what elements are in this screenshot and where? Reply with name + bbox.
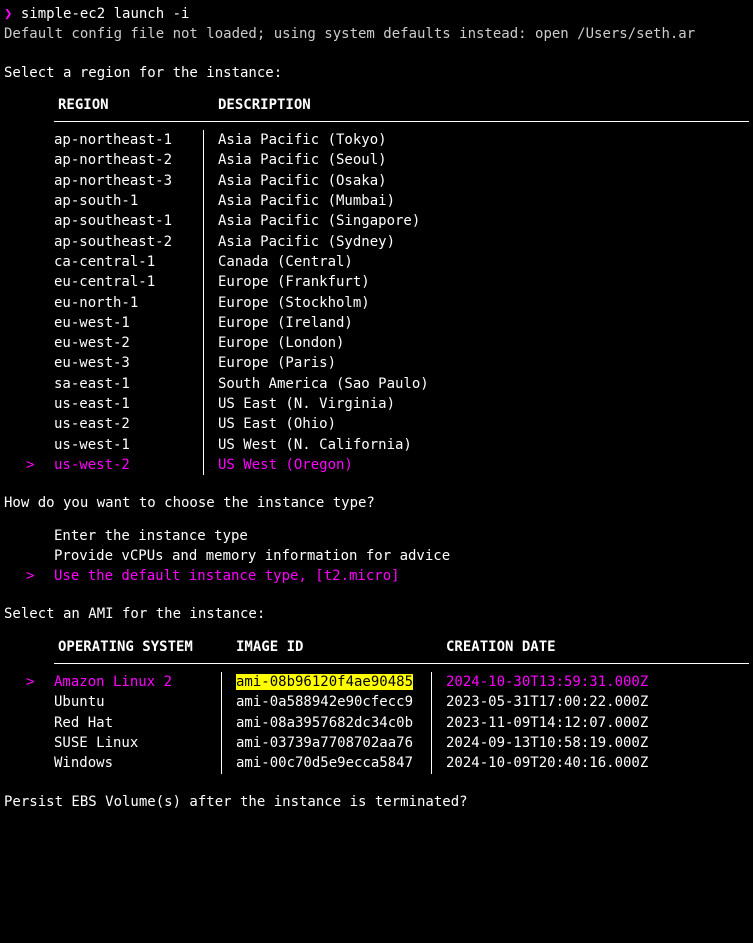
ami-prompt: Select an AMI for the instance: xyxy=(4,604,749,624)
instance-type-option[interactable]: >Use the default instance type, [t2.micr… xyxy=(54,566,749,586)
region-row[interactable]: eu-west-2Europe (London) xyxy=(54,333,749,353)
region-description: Asia Pacific (Sydney) xyxy=(204,232,444,252)
ami-os: Red Hat xyxy=(54,713,222,733)
region-name: us-west-1 xyxy=(54,435,204,455)
warning-message: Default config file not loaded; using sy… xyxy=(4,24,749,44)
region-row[interactable]: >us-west-2US West (Oregon) xyxy=(54,455,749,475)
option-label: Use the default instance type, [t2.micro… xyxy=(54,568,400,584)
ami-creation-date: 2023-11-09T14:12:07.000Z xyxy=(432,713,648,733)
ami-image-id: ami-0a588942e90cfecc9 xyxy=(222,692,432,712)
region-name: ap-northeast-2 xyxy=(54,150,204,170)
persist-prompt: Persist EBS Volume(s) after the instance… xyxy=(4,792,749,812)
region-row[interactable]: ca-central-1Canada (Central) xyxy=(54,252,749,272)
region-name: ap-northeast-1 xyxy=(54,130,204,150)
region-name: sa-east-1 xyxy=(54,374,204,394)
region-description: US East (N. Virginia) xyxy=(204,394,444,414)
ami-image-id: ami-00c70d5e9ecca5847 xyxy=(222,753,432,773)
region-name: ap-northeast-3 xyxy=(54,171,204,191)
creationdate-header: CREATION DATE xyxy=(432,637,556,657)
region-description: South America (Sao Paulo) xyxy=(204,374,444,394)
region-row[interactable]: ap-southeast-1Asia Pacific (Singapore) xyxy=(54,211,749,231)
region-description: Europe (Frankfurt) xyxy=(204,272,444,292)
ami-os: SUSE Linux xyxy=(54,733,222,753)
ami-row[interactable]: Ubuntuami-0a588942e90cfecc92023-05-31T17… xyxy=(54,692,749,712)
ami-os: Amazon Linux 2 xyxy=(54,672,222,692)
instance-type-option[interactable]: Enter the instance type xyxy=(54,526,749,546)
ami-row[interactable]: >Amazon Linux 2ami-08b96120f4ae904852024… xyxy=(54,672,749,692)
region-name: us-east-1 xyxy=(54,394,204,414)
region-description: Asia Pacific (Tokyo) xyxy=(204,130,444,150)
ami-os: Windows xyxy=(54,753,222,773)
prompt-char: ❯ xyxy=(4,6,12,22)
os-header: OPERATING SYSTEM xyxy=(54,637,222,657)
description-header: DESCRIPTION xyxy=(204,95,444,115)
region-description: Europe (London) xyxy=(204,333,444,353)
region-name: ap-southeast-1 xyxy=(54,211,204,231)
command-text: simple-ec2 launch -i xyxy=(21,6,190,22)
region-name: ap-southeast-2 xyxy=(54,232,204,252)
ami-os: Ubuntu xyxy=(54,692,222,712)
region-description: Europe (Ireland) xyxy=(204,313,444,333)
region-row[interactable]: sa-east-1South America (Sao Paulo) xyxy=(54,374,749,394)
region-description: Asia Pacific (Osaka) xyxy=(204,171,444,191)
ami-image-id: ami-08a3957682dc34c0b xyxy=(222,713,432,733)
terminal-output: ❯ simple-ec2 launch -i Default config fi… xyxy=(4,4,749,812)
command-line: ❯ simple-ec2 launch -i xyxy=(4,4,749,24)
region-name: eu-west-1 xyxy=(54,313,204,333)
region-row[interactable]: eu-central-1Europe (Frankfurt) xyxy=(54,272,749,292)
ami-image-id: ami-08b96120f4ae90485 xyxy=(222,672,432,692)
region-description: Europe (Stockholm) xyxy=(204,293,444,313)
region-row[interactable]: eu-west-3Europe (Paris) xyxy=(54,353,749,373)
region-description: Asia Pacific (Mumbai) xyxy=(204,191,444,211)
region-name: us-west-2 xyxy=(54,455,204,475)
ami-creation-date: 2024-10-09T20:40:16.000Z xyxy=(432,753,648,773)
region-row[interactable]: eu-north-1Europe (Stockholm) xyxy=(54,293,749,313)
region-description: US West (N. California) xyxy=(204,435,444,455)
region-name: eu-west-3 xyxy=(54,353,204,373)
ami-creation-date: 2024-09-13T10:58:19.000Z xyxy=(432,733,648,753)
instance-type-prompt: How do you want to choose the instance t… xyxy=(4,493,749,513)
option-label: Enter the instance type xyxy=(54,528,248,544)
ami-row[interactable]: Windowsami-00c70d5e9ecca58472024-10-09T2… xyxy=(54,753,749,773)
ami-image-id: ami-03739a7708702aa76 xyxy=(222,733,432,753)
option-label: Provide vCPUs and memory information for… xyxy=(54,548,450,564)
region-row[interactable]: ap-southeast-2Asia Pacific (Sydney) xyxy=(54,232,749,252)
region-row[interactable]: us-west-1US West (N. California) xyxy=(54,435,749,455)
region-name: us-east-2 xyxy=(54,414,204,434)
region-row[interactable]: ap-northeast-3Asia Pacific (Osaka) xyxy=(54,171,749,191)
ami-creation-date: 2024-10-30T13:59:31.000Z xyxy=(432,672,648,692)
region-row[interactable]: us-east-1US East (N. Virginia) xyxy=(54,394,749,414)
region-description: Europe (Paris) xyxy=(204,353,444,373)
region-description: Asia Pacific (Seoul) xyxy=(204,150,444,170)
region-name: eu-west-2 xyxy=(54,333,204,353)
region-description: US East (Ohio) xyxy=(204,414,444,434)
imageid-header: IMAGE ID xyxy=(222,637,432,657)
region-prompt: Select a region for the instance: xyxy=(4,63,749,83)
instance-type-option[interactable]: Provide vCPUs and memory information for… xyxy=(54,546,749,566)
selection-caret: > xyxy=(26,672,34,692)
region-row[interactable]: ap-south-1Asia Pacific (Mumbai) xyxy=(54,191,749,211)
region-description: Canada (Central) xyxy=(204,252,444,272)
ami-row[interactable]: SUSE Linuxami-03739a7708702aa762024-09-1… xyxy=(54,733,749,753)
region-name: eu-central-1 xyxy=(54,272,204,292)
region-description: Asia Pacific (Singapore) xyxy=(204,211,444,231)
selection-caret: > xyxy=(26,566,34,586)
region-name: ap-south-1 xyxy=(54,191,204,211)
region-name: eu-north-1 xyxy=(54,293,204,313)
region-header: REGION xyxy=(54,95,204,115)
region-name: ca-central-1 xyxy=(54,252,204,272)
region-row[interactable]: eu-west-1Europe (Ireland) xyxy=(54,313,749,333)
region-table-header: REGION DESCRIPTION xyxy=(54,95,749,122)
region-table: REGION DESCRIPTION ap-northeast-1Asia Pa… xyxy=(54,95,749,475)
ami-creation-date: 2023-05-31T17:00:22.000Z xyxy=(432,692,648,712)
ami-table: OPERATING SYSTEM IMAGE ID CREATION DATE … xyxy=(54,637,749,774)
region-row[interactable]: ap-northeast-1Asia Pacific (Tokyo) xyxy=(54,130,749,150)
ami-table-header: OPERATING SYSTEM IMAGE ID CREATION DATE xyxy=(54,637,749,664)
instance-type-options: Enter the instance type Provide vCPUs and… xyxy=(54,526,749,587)
region-row[interactable]: us-east-2US East (Ohio) xyxy=(54,414,749,434)
region-description: US West (Oregon) xyxy=(204,455,444,475)
selection-caret: > xyxy=(26,455,34,475)
ami-row[interactable]: Red Hatami-08a3957682dc34c0b2023-11-09T1… xyxy=(54,713,749,733)
region-row[interactable]: ap-northeast-2Asia Pacific (Seoul) xyxy=(54,150,749,170)
